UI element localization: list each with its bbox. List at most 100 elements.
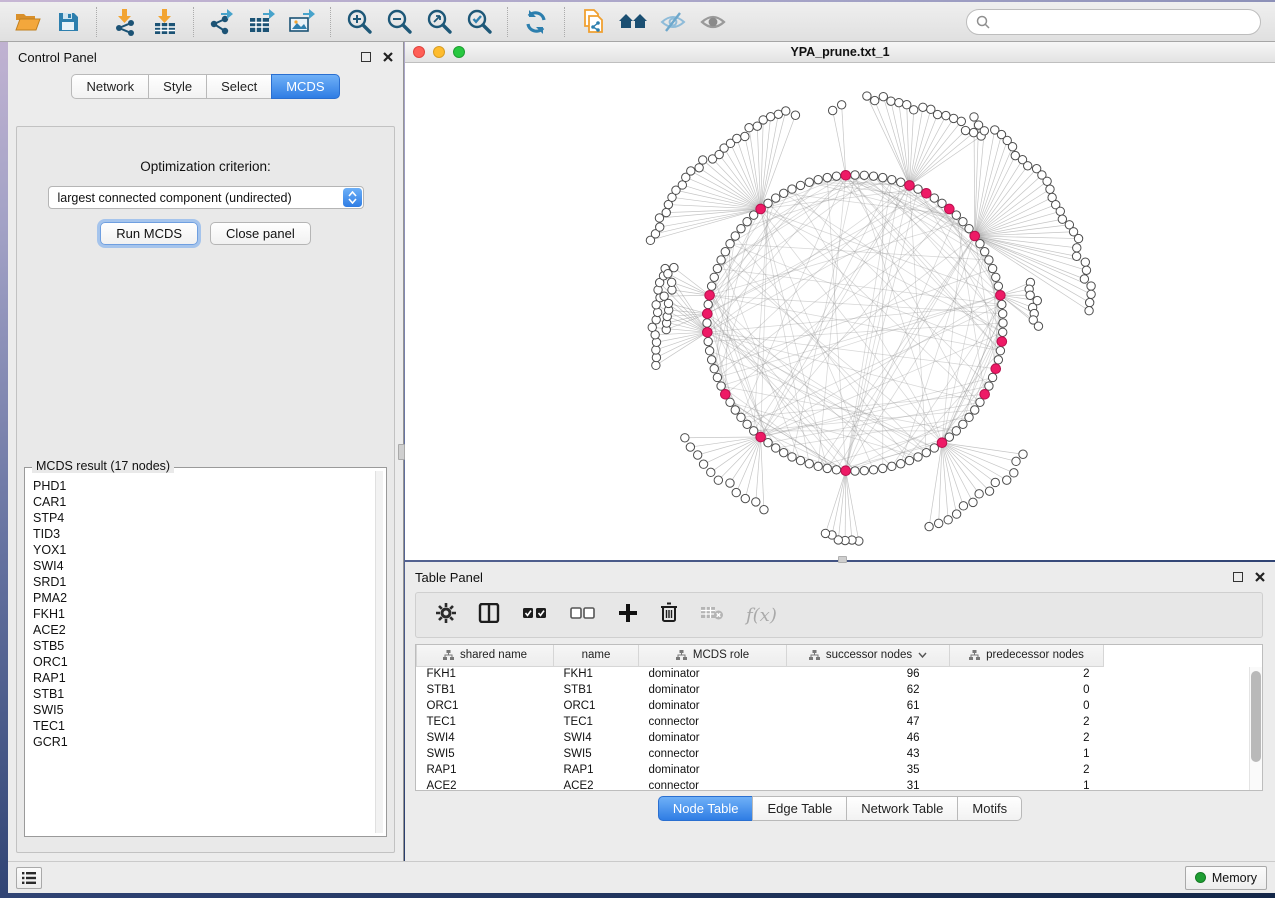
- table-cell[interactable]: 47: [787, 714, 950, 730]
- column-header-predecessor-nodes[interactable]: predecessor nodes: [950, 645, 1104, 666]
- mcds-result-item[interactable]: TEC1: [28, 718, 374, 734]
- mcds-result-item[interactable]: SRD1: [28, 574, 374, 590]
- table-cell[interactable]: RAP1: [554, 762, 639, 778]
- zoom-out-icon[interactable]: [379, 5, 419, 39]
- mcds-result-item[interactable]: PMA2: [28, 590, 374, 606]
- table-cell[interactable]: ORC1: [554, 698, 639, 714]
- float-panel-icon[interactable]: [361, 52, 371, 62]
- select-all-icon[interactable]: [522, 606, 548, 625]
- table-cell[interactable]: RAP1: [417, 762, 554, 778]
- export-image-icon[interactable]: [282, 5, 322, 39]
- mcds-result-item[interactable]: GCR1: [28, 734, 374, 750]
- network-canvas[interactable]: [405, 63, 1275, 560]
- zoom-fit-icon[interactable]: [419, 5, 459, 39]
- table-cell[interactable]: 2: [950, 762, 1104, 778]
- column-header-shared-name[interactable]: shared name: [417, 645, 554, 666]
- mcds-result-item[interactable]: CAR1: [28, 494, 374, 510]
- table-cell[interactable]: 31: [787, 778, 950, 791]
- column-header-name[interactable]: name: [554, 645, 639, 666]
- table-row[interactable]: SWI5SWI5connector431: [417, 746, 1263, 762]
- search-input[interactable]: [995, 15, 1260, 29]
- task-history-button[interactable]: [16, 867, 42, 889]
- search-field[interactable]: [966, 9, 1261, 35]
- export-network-icon[interactable]: [202, 5, 242, 39]
- mcds-result-item[interactable]: FKH1: [28, 606, 374, 622]
- column-header-successor-nodes[interactable]: successor nodes: [787, 645, 950, 666]
- table-cell[interactable]: dominator: [639, 762, 787, 778]
- close-panel-button[interactable]: Close panel: [210, 222, 311, 245]
- table-row[interactable]: TEC1TEC1connector472: [417, 714, 1263, 730]
- float-panel-icon[interactable]: [1233, 572, 1243, 582]
- table-cell[interactable]: 1: [950, 746, 1104, 762]
- export-table-icon[interactable]: [242, 5, 282, 39]
- table-cell[interactable]: connector: [639, 714, 787, 730]
- add-column-icon[interactable]: [618, 603, 638, 628]
- table-cell[interactable]: 62: [787, 682, 950, 698]
- mcds-result-item[interactable]: STB5: [28, 638, 374, 654]
- mcds-list-scrollbar[interactable]: [375, 471, 383, 833]
- first-neighbors-icon[interactable]: [613, 5, 653, 39]
- table-cell[interactable]: SWI4: [554, 730, 639, 746]
- refresh-icon[interactable]: [516, 5, 556, 39]
- table-cell[interactable]: 0: [950, 682, 1104, 698]
- mcds-result-item[interactable]: TID3: [28, 526, 374, 542]
- close-panel-icon[interactable]: [383, 52, 393, 62]
- delete-table-icon[interactable]: [700, 605, 724, 626]
- function-builder-icon[interactable]: f(x): [746, 605, 777, 626]
- clone-network-icon[interactable]: [573, 5, 613, 39]
- zoom-selected-icon[interactable]: [459, 5, 499, 39]
- open-file-icon[interactable]: [8, 5, 48, 39]
- mcds-result-list[interactable]: PHD1CAR1STP4TID3YOX1SWI4SRD1PMA2FKH1ACE2…: [28, 471, 374, 833]
- run-mcds-button[interactable]: Run MCDS: [100, 222, 198, 245]
- table-scrollbar-thumb[interactable]: [1251, 671, 1261, 762]
- table-cell[interactable]: STB1: [554, 682, 639, 698]
- column-chooser-icon[interactable]: [478, 603, 500, 628]
- tab-network-table[interactable]: Network Table: [846, 796, 957, 821]
- tab-mcds[interactable]: MCDS: [271, 74, 339, 99]
- table-cell[interactable]: STB1: [417, 682, 554, 698]
- tab-node-table[interactable]: Node Table: [658, 796, 753, 821]
- horizontal-splitter-handle[interactable]: [838, 556, 847, 563]
- tab-network[interactable]: Network: [71, 74, 148, 99]
- table-cell[interactable]: 46: [787, 730, 950, 746]
- table-cell[interactable]: dominator: [639, 666, 787, 682]
- table-cell[interactable]: connector: [639, 746, 787, 762]
- mcds-result-item[interactable]: SWI5: [28, 702, 374, 718]
- table-row[interactable]: SWI4SWI4dominator462: [417, 730, 1263, 746]
- table-row[interactable]: RAP1RAP1dominator352: [417, 762, 1263, 778]
- table-scrollbar[interactable]: [1249, 667, 1262, 790]
- table-cell[interactable]: dominator: [639, 698, 787, 714]
- table-cell[interactable]: ORC1: [417, 698, 554, 714]
- table-cell[interactable]: SWI4: [417, 730, 554, 746]
- mcds-result-item[interactable]: STB1: [28, 686, 374, 702]
- table-cell[interactable]: FKH1: [417, 666, 554, 682]
- mcds-result-item[interactable]: STP4: [28, 510, 374, 526]
- table-cell[interactable]: TEC1: [417, 714, 554, 730]
- optimization-criterion-select[interactable]: largest connected component (undirected): [48, 186, 364, 209]
- table-cell[interactable]: 43: [787, 746, 950, 762]
- table-cell[interactable]: 1: [950, 778, 1104, 791]
- table-cell[interactable]: ACE2: [417, 778, 554, 791]
- table-row[interactable]: FKH1FKH1dominator962: [417, 666, 1263, 682]
- column-header-mcds-role[interactable]: MCDS role: [639, 645, 787, 666]
- table-cell[interactable]: dominator: [639, 682, 787, 698]
- mcds-result-item[interactable]: PHD1: [28, 478, 374, 494]
- tab-motifs[interactable]: Motifs: [957, 796, 1022, 821]
- settings-gear-icon[interactable]: [436, 603, 456, 628]
- table-cell[interactable]: TEC1: [554, 714, 639, 730]
- vertical-splitter-handle[interactable]: [398, 444, 405, 460]
- table-cell[interactable]: dominator: [639, 730, 787, 746]
- zoom-in-icon[interactable]: [339, 5, 379, 39]
- import-table-icon[interactable]: [145, 5, 185, 39]
- mcds-result-item[interactable]: YOX1: [28, 542, 374, 558]
- mcds-result-item[interactable]: ACE2: [28, 622, 374, 638]
- mcds-result-item[interactable]: RAP1: [28, 670, 374, 686]
- table-cell[interactable]: 35: [787, 762, 950, 778]
- table-cell[interactable]: 61: [787, 698, 950, 714]
- table-cell[interactable]: SWI5: [554, 746, 639, 762]
- table-cell[interactable]: 0: [950, 698, 1104, 714]
- import-network-icon[interactable]: [105, 5, 145, 39]
- deselect-all-icon[interactable]: [570, 606, 596, 625]
- table-row[interactable]: ORC1ORC1dominator610: [417, 698, 1263, 714]
- show-all-icon[interactable]: [693, 5, 733, 39]
